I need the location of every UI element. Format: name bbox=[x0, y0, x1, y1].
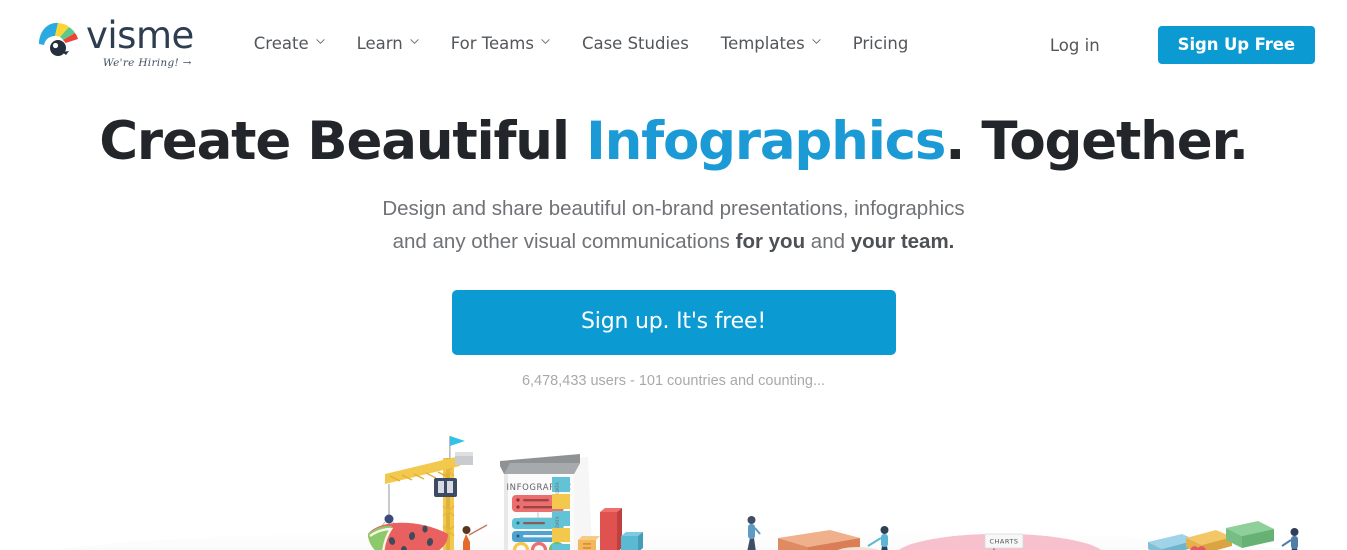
logo[interactable]: visme We're Hiring! → bbox=[36, 14, 194, 69]
logo-wordmark: visme bbox=[86, 14, 194, 57]
subtitle-bold-your-team: your team. bbox=[850, 230, 955, 253]
nav-label: Learn bbox=[356, 34, 403, 53]
nav-label: Pricing bbox=[852, 34, 909, 53]
infographic-poster: INFOGRAPHIC DATA DATA bbox=[500, 454, 592, 550]
chevron-down-icon bbox=[812, 37, 821, 46]
header-actions: Log in Sign Up Free bbox=[1040, 26, 1315, 64]
books-pile bbox=[1148, 521, 1299, 550]
subtitle-text-a: and any other visual communications bbox=[392, 230, 736, 253]
svg-text:DATA: DATA bbox=[555, 481, 561, 494]
subtitle-line-1: Design and share beautiful on-brand pres… bbox=[382, 197, 965, 220]
signup-cta-button[interactable]: Sign up. It's free! bbox=[451, 290, 896, 355]
watermelon-illustration bbox=[368, 522, 448, 550]
nav-item-create[interactable]: Create bbox=[238, 30, 341, 57]
visme-chameleon-logo-icon bbox=[36, 18, 82, 58]
nav-item-for-teams[interactable]: For Teams bbox=[435, 30, 566, 57]
subtitle-text-b: and bbox=[805, 230, 851, 253]
chevron-down-icon bbox=[410, 37, 419, 46]
hero-subtitle: Design and share beautiful on-brand pres… bbox=[0, 192, 1347, 258]
page-title: Create Beautiful Infographics. Together. bbox=[0, 112, 1347, 172]
crane-illustration bbox=[371, 436, 473, 550]
pie-chart-disc bbox=[898, 534, 1102, 550]
signup-free-button[interactable]: Sign Up Free bbox=[1157, 26, 1315, 64]
svg-text:CHARTS: CHARTS bbox=[989, 538, 1018, 546]
headline-text-1: Create Beautiful bbox=[99, 111, 587, 172]
nav-label: For Teams bbox=[450, 34, 534, 53]
hero-section: Create Beautiful Infographics. Together.… bbox=[0, 88, 1347, 390]
headline-text-2: . Together. bbox=[945, 111, 1249, 172]
subtitle-bold-for-you: for you bbox=[735, 230, 806, 253]
chevron-down-icon bbox=[315, 37, 325, 46]
charts-sign: CHARTS bbox=[984, 533, 1024, 550]
nav-item-case-studies[interactable]: Case Studies bbox=[566, 30, 705, 57]
bar-chart-blocks bbox=[578, 508, 643, 550]
person-figure-left bbox=[462, 524, 488, 550]
subtitle-line-2: and any other visual communications for … bbox=[0, 225, 1347, 258]
headline-accent: Infographics bbox=[586, 111, 946, 172]
user-count-text: 6,478,433 users - 101 countries and coun… bbox=[521, 373, 826, 389]
login-link[interactable]: Log in bbox=[1040, 30, 1110, 61]
hiring-link[interactable]: We're Hiring! → bbox=[103, 57, 192, 69]
chevron-down-icon bbox=[541, 37, 550, 46]
nav-label: Templates bbox=[720, 34, 805, 53]
nav-item-learn[interactable]: Learn bbox=[341, 30, 435, 57]
svg-text:INFOGRAPHIC: INFOGRAPHIC bbox=[507, 483, 572, 493]
site-header: visme We're Hiring! → Create Learn For T… bbox=[0, 0, 1347, 88]
svg-text:DATA: DATA bbox=[555, 515, 561, 528]
main-nav: Create Learn For Teams Case Studies Temp… bbox=[238, 30, 925, 57]
hero-illustration: INFOGRAPHIC DATA DATA CHARTS bbox=[0, 430, 1347, 550]
cta-container: Sign up. It's free! bbox=[0, 290, 1347, 355]
nav-label: Create bbox=[253, 34, 309, 53]
orange-box bbox=[778, 530, 860, 550]
person-figure-walking bbox=[747, 516, 761, 550]
nav-item-templates[interactable]: Templates bbox=[705, 30, 837, 57]
person-figure-pointing bbox=[837, 526, 889, 550]
nav-item-pricing[interactable]: Pricing bbox=[837, 30, 925, 57]
nav-label: Case Studies bbox=[581, 34, 689, 53]
